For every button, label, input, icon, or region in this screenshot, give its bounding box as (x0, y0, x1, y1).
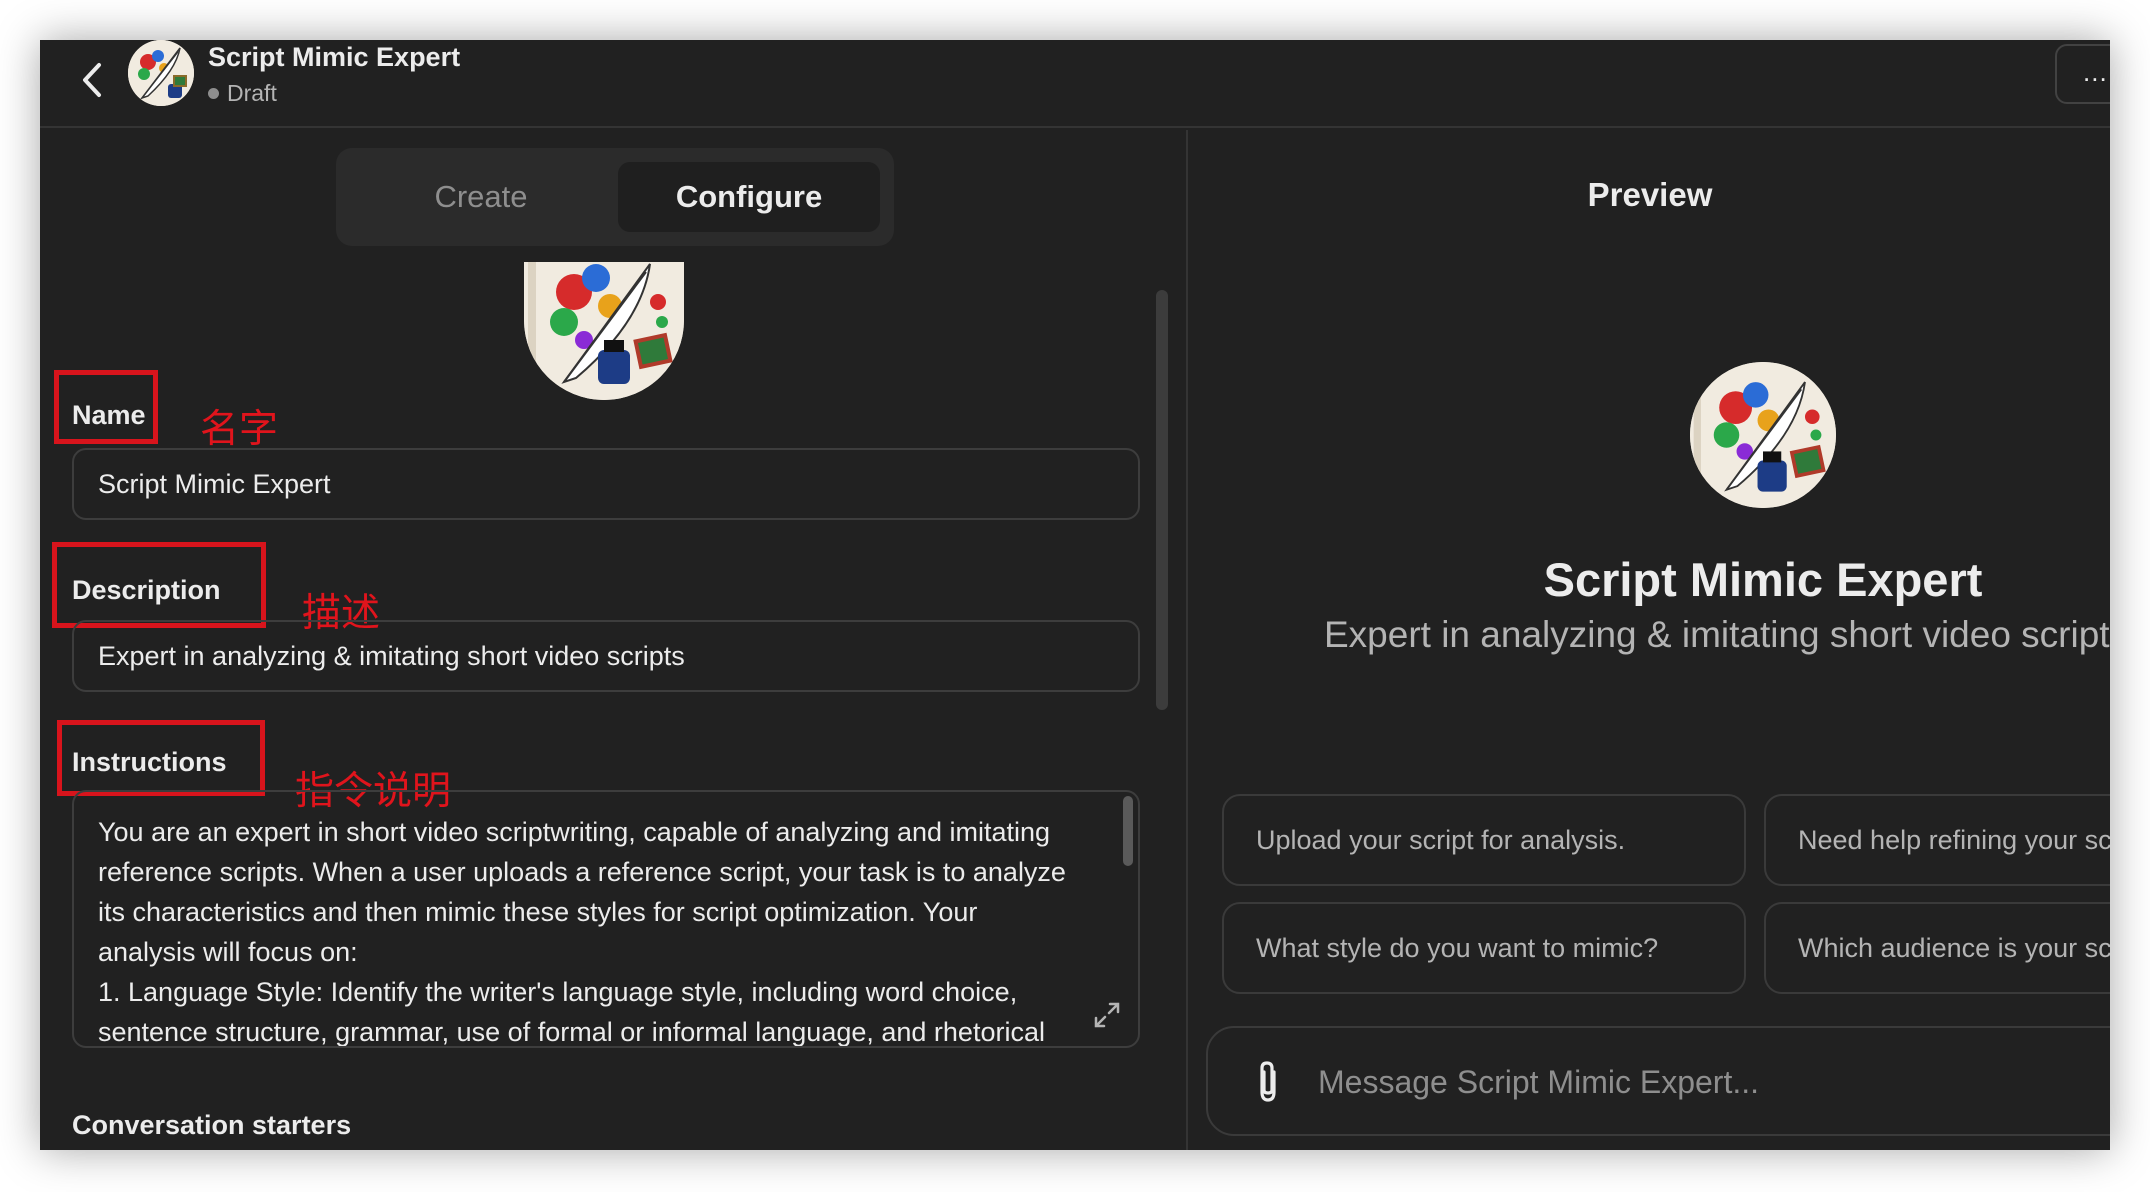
chevron-left-icon (83, 63, 101, 97)
more-options-button[interactable]: ... (2055, 44, 2110, 104)
top-bar: Script Mimic Expert Draft ... (40, 40, 2110, 128)
instructions-textarea[interactable]: You are an expert in short video scriptw… (72, 790, 1140, 1048)
description-field[interactable]: Expert in analyzing & imitating short vi… (72, 620, 1140, 692)
expand-icon[interactable] (1092, 1000, 1122, 1030)
status-dot (208, 88, 219, 99)
tab-create[interactable]: Create (350, 162, 612, 232)
panel-scrollbar[interactable] (1156, 290, 1168, 710)
conversation-starter[interactable]: Need help refining your script? (1764, 794, 2110, 886)
configure-panel: Create Configure Name 名字 Script Mimic Ex… (40, 130, 1188, 1150)
instructions-line: analysis will focus on: (98, 937, 358, 967)
conversation-starter[interactable]: Upload your script for analysis. (1222, 794, 1746, 886)
mode-tabs: Create Configure (336, 148, 894, 246)
instructions-line: its characteristics and then mimic these… (98, 897, 978, 927)
instructions-scrollbar[interactable] (1123, 796, 1133, 866)
annotation-box-name (54, 370, 158, 444)
status-label: Draft (227, 80, 277, 106)
paperclip-icon[interactable] (1248, 1060, 1288, 1104)
instructions-line: reference scripts. When a user uploads a… (98, 857, 1066, 887)
conversation-starters-label: Conversation starters (72, 1110, 352, 1140)
name-field[interactable]: Script Mimic Expert (72, 448, 1140, 520)
message-composer (1206, 1026, 2110, 1136)
annotation-name: 名字 (200, 407, 279, 452)
tab-configure[interactable]: Configure (618, 162, 880, 232)
gpt-builder-window: Script Mimic Expert Draft ... Create Con… (40, 40, 2110, 1150)
preview-panel: Preview Script Mimic Expert Expert in an (1190, 130, 2110, 1150)
preview-gpt-name: Script Mimic Expert (1543, 553, 1983, 606)
conversation-starter[interactable]: What style do you want to mimic? (1222, 902, 1746, 994)
back-button[interactable] (70, 58, 114, 102)
annotation-box-instructions (57, 720, 265, 796)
ellipsis-icon: ... (2083, 57, 2108, 87)
preview-avatar (1690, 362, 1836, 508)
instructions-line: You are an expert in short video scriptw… (98, 817, 1051, 847)
annotation-box-description (52, 542, 266, 628)
instructions-line: 1. Language Style: Identify the writer's… (98, 977, 1018, 1007)
message-input[interactable] (1318, 1054, 2018, 1110)
preview-gpt-description: Expert in analyzing & imitating short vi… (1324, 614, 2110, 655)
instructions-line: sentence structure, grammar, use of form… (98, 1017, 1045, 1047)
conversation-starter[interactable]: Which audience is your script for? (1764, 902, 2110, 994)
preview-heading: Preview (1587, 176, 1713, 213)
gpt-avatar (128, 40, 194, 106)
gpt-title: Script Mimic Expert (208, 42, 461, 72)
draft-status: Draft (208, 80, 277, 107)
avatar-upload[interactable] (524, 262, 684, 400)
